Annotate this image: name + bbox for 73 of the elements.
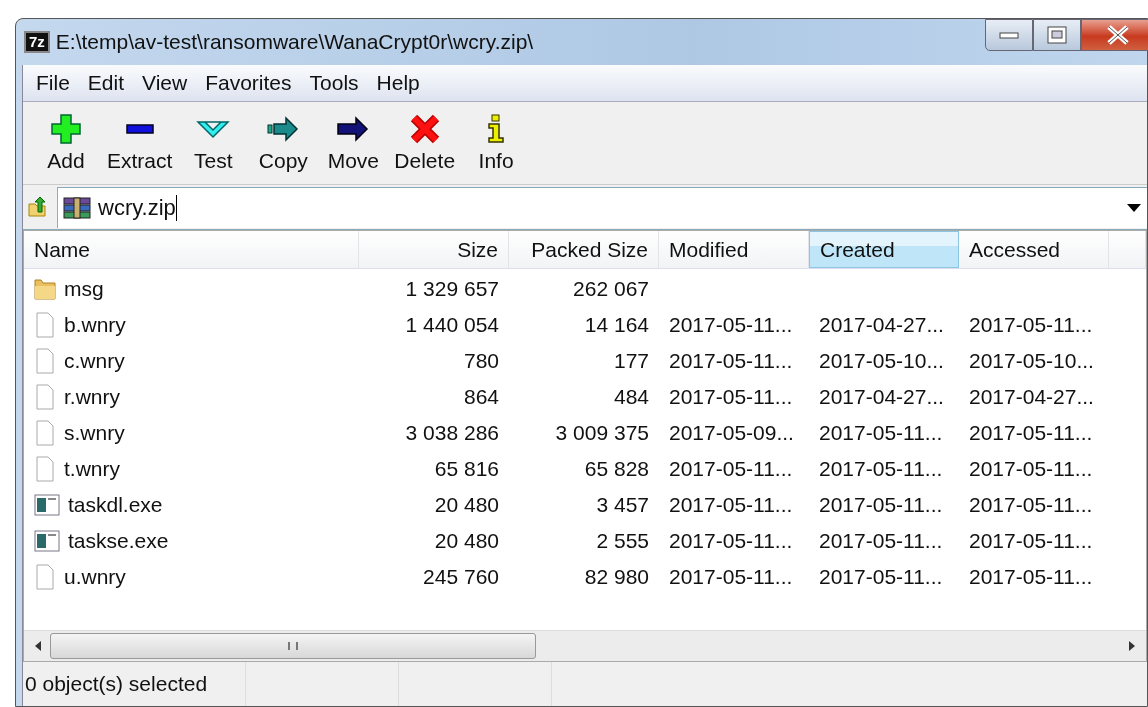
table-cell: 2017-05-11...: [669, 565, 793, 589]
table-cell: 2017-05-11...: [969, 457, 1093, 481]
column-header[interactable]: Size: [359, 231, 509, 268]
table-cell: 65 816: [434, 457, 499, 481]
table-cell: b.wnry: [64, 313, 126, 337]
menu-item[interactable]: Favorites: [196, 71, 301, 95]
table-cell: c.wnry: [64, 349, 125, 373]
status-text: 0 object(s) selected: [23, 662, 246, 706]
menu-item[interactable]: View: [133, 71, 197, 95]
table-cell: 2017-05-11...: [969, 565, 1093, 589]
table-cell: 2017-05-11...: [969, 493, 1093, 517]
toolbar-button[interactable]: Info: [463, 113, 530, 173]
table-cell: 2017-05-11...: [669, 493, 793, 517]
menu-item[interactable]: Tools: [300, 71, 368, 95]
app-icon: 7z: [24, 31, 50, 53]
table-cell: 2017-05-11...: [669, 529, 793, 553]
toolbar-button[interactable]: Move: [320, 113, 387, 173]
table-cell: 2017-05-11...: [669, 349, 793, 373]
table-cell: 245 760: [423, 565, 499, 589]
menu-item[interactable]: Help: [367, 71, 429, 95]
table-cell: 1 440 054: [405, 313, 499, 337]
toolbar-button[interactable]: Add: [33, 113, 99, 173]
table-cell: 262 067: [573, 277, 649, 301]
table-cell: 2017-05-10...: [819, 349, 944, 373]
table-cell: 3 009 375: [555, 421, 649, 445]
table-cell: 2017-05-11...: [969, 529, 1093, 553]
table-cell: 2017-05-11...: [669, 457, 793, 481]
table-cell: 780: [463, 349, 499, 373]
table-cell: 2017-05-11...: [669, 313, 793, 337]
table-cell: 2017-05-09...: [669, 421, 794, 445]
table-cell: 2017-04-27...: [819, 385, 944, 409]
table-cell: 2017-05-11...: [669, 385, 793, 409]
table-cell: 2017-05-11...: [819, 529, 943, 553]
table-cell: 2017-04-27...: [969, 385, 1094, 409]
table-cell: 864: [463, 385, 499, 409]
table-cell: u.wnry: [64, 565, 126, 589]
column-header[interactable]: Created: [809, 231, 959, 268]
table-cell: 3 457: [596, 493, 649, 517]
toolbar-button[interactable]: Copy: [250, 113, 317, 173]
table-cell: msg: [64, 277, 104, 301]
table-cell: 2017-05-11...: [819, 493, 943, 517]
table-cell: 65 828: [584, 457, 649, 481]
table-cell: s.wnry: [64, 421, 125, 445]
menu-item[interactable]: Edit: [78, 71, 134, 95]
table-cell: taskdl.exe: [68, 493, 163, 517]
column-header[interactable]: Packed Size: [509, 231, 659, 268]
toolbar-button[interactable]: Test: [180, 113, 247, 173]
table-cell: 20 480: [434, 529, 499, 553]
table-cell: 20 480: [434, 493, 499, 517]
window-title: E:\temp\av-test\ransomware\WanaCrypt0r\wcry.zip\: [55, 30, 535, 54]
column-header[interactable]: Accessed: [959, 231, 1109, 268]
address-field[interactable]: wcry.zip: [57, 186, 1147, 228]
table-cell: 2017-05-11...: [819, 457, 943, 481]
table-cell: 2017-05-11...: [819, 421, 943, 445]
table-cell: 14 164: [584, 313, 649, 337]
table-cell: 2017-05-11...: [969, 313, 1093, 337]
table-cell: 1 329 657: [405, 277, 499, 301]
toolbar-button[interactable]: Extract: [103, 113, 177, 173]
table-cell: 2017-05-11...: [969, 421, 1093, 445]
table-cell: 177: [613, 349, 649, 373]
table-cell: 2017-05-11...: [819, 565, 943, 589]
table-cell: 2017-04-27...: [819, 313, 944, 337]
table-cell: 2017-05-10...: [969, 349, 1094, 373]
table-cell: 82 980: [584, 565, 649, 589]
table-cell: taskse.exe: [68, 529, 169, 553]
toolbar-button[interactable]: Delete: [390, 113, 460, 173]
column-header[interactable]: Name: [24, 231, 359, 268]
table-cell: 484: [613, 385, 649, 409]
table-cell: t.wnry: [64, 457, 120, 481]
menu-item[interactable]: File: [27, 71, 79, 95]
table-cell: 3 038 286: [405, 421, 499, 445]
table-cell: 2 555: [596, 529, 649, 553]
table-cell: r.wnry: [64, 385, 120, 409]
